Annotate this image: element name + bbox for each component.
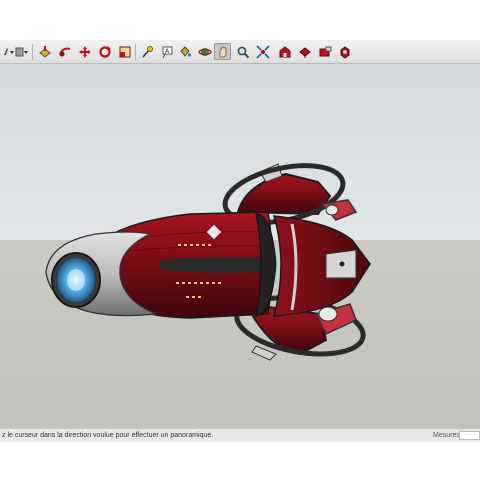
- zoom-extents-icon[interactable]: [254, 43, 271, 60]
- modeling-viewport[interactable]: [0, 64, 480, 428]
- move-icon[interactable]: [76, 43, 93, 60]
- spaceship-model[interactable]: [0, 64, 480, 428]
- measurements-label: Mesures: [433, 432, 460, 439]
- hull-dark-stripe: [160, 257, 264, 273]
- tape-measure-icon[interactable]: [138, 43, 155, 60]
- measurements-input[interactable]: [459, 431, 480, 440]
- pan-icon[interactable]: [214, 43, 231, 60]
- toolbar-separator: [135, 44, 136, 60]
- push-pull-dropdown-icon[interactable]: [12, 43, 29, 60]
- status-message: z le curseur dans la direction voulue po…: [2, 432, 214, 439]
- paint-bucket-icon[interactable]: [176, 43, 193, 60]
- status-bar: z le curseur dans la direction voulue po…: [0, 428, 480, 442]
- follow-me-icon[interactable]: [56, 43, 73, 60]
- top-margin: [0, 0, 480, 40]
- rotate-icon[interactable]: [96, 43, 113, 60]
- warehouse-icon[interactable]: [276, 43, 293, 60]
- rear-light: [339, 261, 345, 267]
- orbit-icon[interactable]: [196, 43, 213, 60]
- share-model-icon[interactable]: [296, 43, 313, 60]
- bottom-margin: [0, 442, 480, 480]
- toolbar-separator: [32, 44, 33, 60]
- toolbar: A: [0, 40, 480, 64]
- zoom-icon[interactable]: [234, 43, 251, 60]
- engine-intake: [51, 252, 101, 308]
- extension-manager-icon[interactable]: [336, 43, 353, 60]
- extension-warehouse-icon[interactable]: [316, 43, 333, 60]
- scale-icon[interactable]: [116, 43, 133, 60]
- text-icon[interactable]: A: [158, 43, 175, 60]
- push-pull-icon[interactable]: [36, 43, 53, 60]
